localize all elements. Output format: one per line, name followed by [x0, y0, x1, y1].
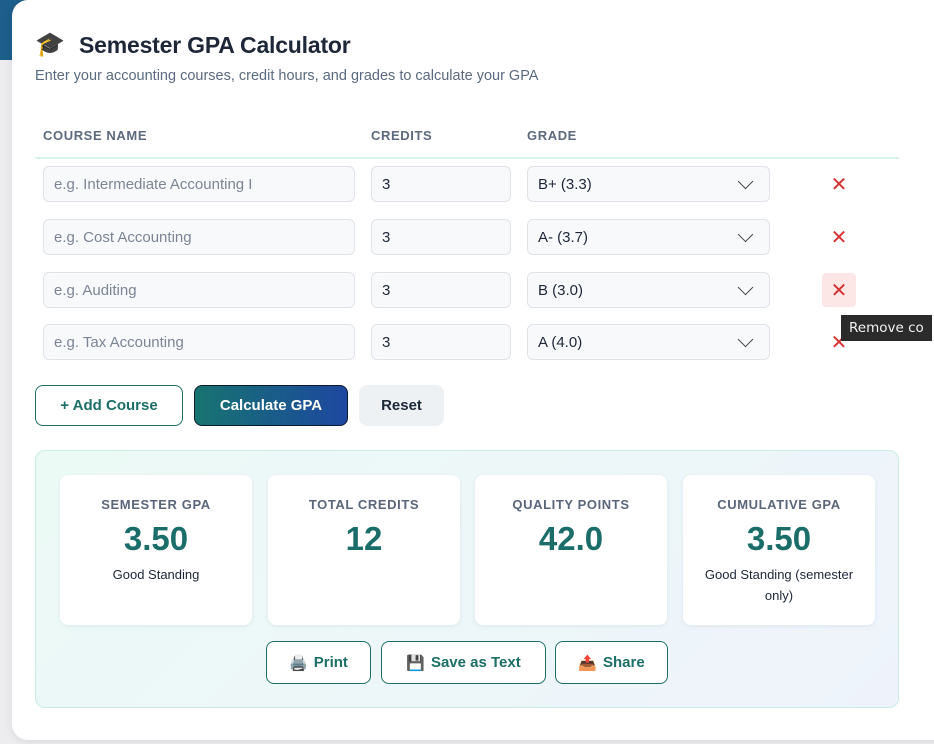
chevron-down-icon [737, 331, 754, 347]
page-title: Semester GPA Calculator [79, 31, 351, 58]
course-name-input[interactable] [43, 166, 355, 202]
course-name-input[interactable] [43, 272, 355, 308]
stat-value: 3.50 [746, 520, 812, 557]
share-label: Share [602, 654, 645, 671]
course-name-input[interactable] [43, 219, 355, 255]
close-icon: ✕ [830, 279, 848, 302]
stat-value: 42.0 [538, 520, 604, 557]
credits-input[interactable] [371, 272, 511, 308]
stat-card-semester-gpa: SEMESTER GPA 3.50 Good Standing [60, 475, 252, 625]
stat-note: Good Standing (semester only) [704, 567, 854, 603]
graduation-cap-icon: 🎓 [35, 31, 65, 58]
results-panel: SEMESTER GPA 3.50 Good Standing TOTAL CR… [35, 450, 899, 708]
credits-input[interactable] [371, 166, 511, 202]
floppy-disk-icon: 💾 [406, 654, 425, 672]
remove-course-button[interactable]: ✕ [822, 167, 856, 201]
course-row: A (4.0) ✕ [35, 324, 899, 362]
print-label: Print [313, 654, 348, 671]
chevron-down-icon [737, 279, 754, 295]
remove-course-tooltip: Remove co [841, 315, 932, 341]
course-row: A- (3.7) ✕ [35, 219, 899, 257]
stat-value: 3.50 [123, 520, 189, 557]
remove-course-button[interactable]: ✕ [822, 220, 856, 254]
add-course-button[interactable]: + Add Course [35, 385, 183, 426]
stat-card-quality-points: QUALITY POINTS 42.0 [475, 475, 667, 625]
course-row: B+ (3.3) ✕ [35, 166, 899, 204]
share-button[interactable]: 📤 Share [555, 641, 668, 684]
chevron-down-icon [737, 226, 754, 242]
course-name-input[interactable] [43, 324, 355, 360]
course-row: B (3.0) ✕ [35, 272, 899, 310]
column-header-credits: CREDITS [371, 128, 433, 143]
column-header-course-name: COURSE NAME [43, 128, 148, 143]
grade-select-value: B+ (3.3) [538, 175, 592, 193]
stat-label: QUALITY POINTS [512, 497, 630, 512]
grade-select[interactable]: B (3.0) [527, 272, 770, 308]
credits-input[interactable] [371, 219, 511, 255]
save-as-text-button[interactable]: 💾 Save as Text [381, 641, 546, 684]
grade-select[interactable]: B+ (3.3) [527, 166, 770, 202]
remove-course-button[interactable]: ✕ [822, 273, 856, 307]
stat-value: 12 [345, 520, 383, 557]
printer-icon: 🖨️ [289, 654, 308, 672]
stat-label: CUMULATIVE GPA [717, 497, 841, 512]
title-row: 🎓 Semester GPA Calculator [35, 30, 351, 60]
page-subtitle: Enter your accounting courses, credit ho… [35, 68, 539, 84]
stat-label: SEMESTER GPA [101, 497, 211, 512]
grade-select[interactable]: A- (3.7) [527, 219, 770, 255]
credits-input[interactable] [371, 324, 511, 360]
calculate-gpa-button[interactable]: Calculate GPA [194, 385, 348, 426]
grade-select-value: A (4.0) [538, 333, 583, 351]
table-header: COURSE NAME CREDITS GRADE [35, 128, 899, 159]
reset-button[interactable]: Reset [359, 385, 444, 426]
chevron-down-icon [737, 173, 754, 189]
stat-label: TOTAL CREDITS [308, 497, 420, 512]
stat-note: Good Standing [112, 567, 200, 582]
grade-select-value: A- (3.7) [538, 228, 589, 246]
share-outbox-icon: 📤 [578, 654, 597, 672]
close-icon: ✕ [830, 226, 848, 249]
stat-card-cumulative-gpa: CUMULATIVE GPA 3.50 Good Standing (semes… [683, 475, 875, 625]
close-icon: ✕ [830, 173, 848, 196]
column-header-grade: GRADE [527, 128, 577, 143]
calculator-card: 🎓 Semester GPA Calculator Enter your acc… [12, 0, 934, 740]
grade-select-value: B (3.0) [538, 281, 584, 299]
print-button[interactable]: 🖨️ Print [266, 641, 371, 684]
grade-select[interactable]: A (4.0) [527, 324, 770, 360]
stat-card-total-credits: TOTAL CREDITS 12 [268, 475, 460, 625]
save-as-text-label: Save as Text [430, 654, 521, 671]
